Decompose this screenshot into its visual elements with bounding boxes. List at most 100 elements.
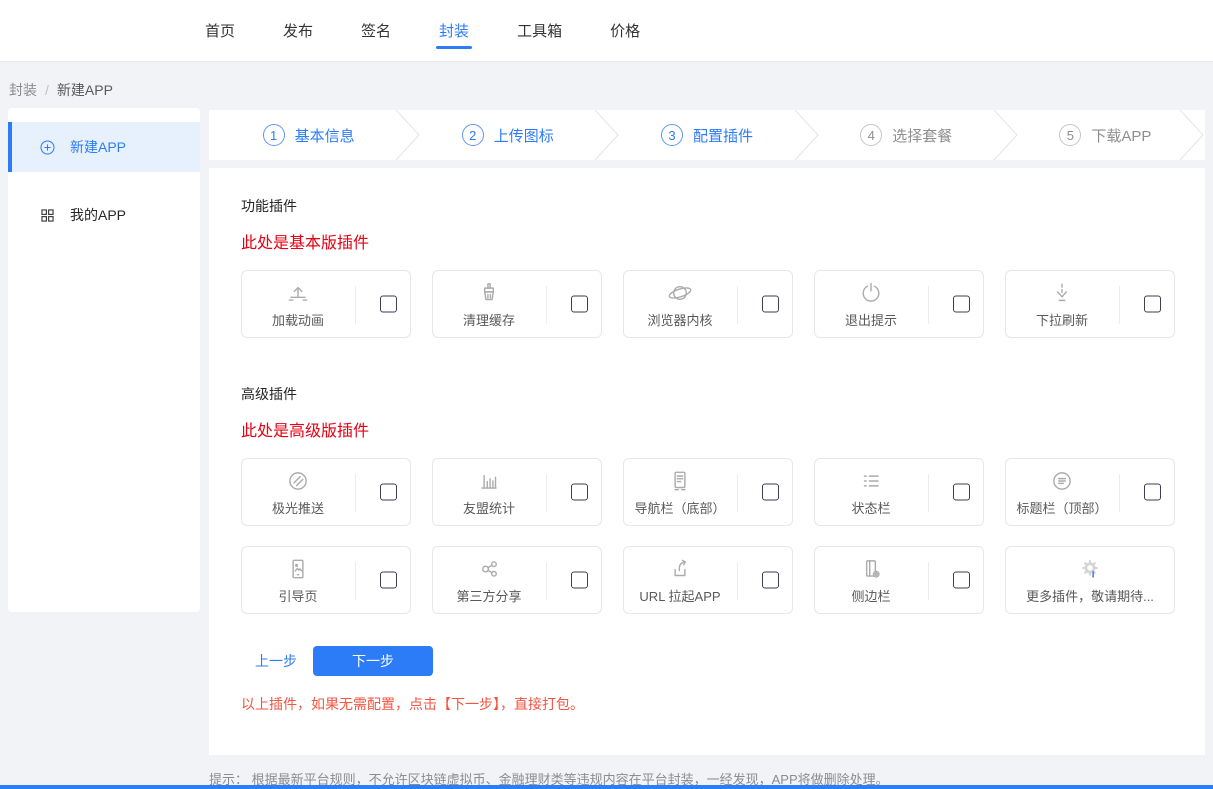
nav-item-publish[interactable]: 发布 [283, 0, 313, 62]
card-divider [737, 474, 738, 512]
plugin-checkbox[interactable] [953, 484, 970, 501]
card-divider [928, 474, 929, 512]
plugin-checkbox[interactable] [953, 572, 970, 589]
wizard-step-2[interactable]: 2 上传图标 [408, 110, 607, 160]
plugin-card-main: 状态栏 [815, 468, 927, 517]
plugin-checkbox[interactable] [953, 296, 970, 313]
statusbar-icon [858, 468, 884, 494]
plugin-checkbox[interactable] [762, 296, 779, 313]
wizard-step-3[interactable]: 3配置插件 [607, 110, 806, 160]
section-note: 此处是基本版插件 [241, 229, 1176, 253]
plugin-card-statusbar[interactable]: 状态栏 [814, 458, 984, 526]
titlebar-icon [1049, 468, 1075, 494]
nav-item-label: 封装 [439, 20, 469, 41]
jpush-icon [285, 468, 311, 494]
section-note: 此处是高级版插件 [241, 417, 1176, 441]
plugin-card-third-party-share[interactable]: 第三方分享 [432, 546, 602, 614]
plugin-card-label: URL 拉起APP [639, 586, 720, 605]
step-number: 2 [462, 124, 484, 146]
card-divider [737, 286, 738, 324]
plugin-card-bottom-navbar[interactable]: 导航栏（底部） [623, 458, 793, 526]
step-label: 上传图标 [494, 125, 554, 146]
prev-step-link[interactable]: 上一步 [255, 651, 297, 671]
plugin-section: 功能插件此处是基本版插件加载动画 清理缓存 浏览器内核 退出提示下拉刷新 [241, 196, 1176, 338]
clear-cache-icon [476, 280, 502, 306]
plugin-card-loading-animation[interactable]: 加载动画 [241, 270, 411, 338]
plugin-checkbox[interactable] [1144, 296, 1161, 313]
breadcrumb-separator: / [45, 82, 49, 98]
browser-kernel-icon [667, 280, 693, 306]
exit-prompt-icon [858, 280, 884, 306]
plugin-card-browser-kernel[interactable]: 浏览器内核 [623, 270, 793, 338]
section-title: 功能插件 [241, 196, 1176, 216]
plugin-card-main: 下拉刷新 [1006, 280, 1118, 329]
wizard-step-1[interactable]: 1基本信息 [209, 110, 408, 160]
plugin-section: 高级插件此处是高级版插件极光推送友盟统计导航栏（底部） 状态栏 标题栏（顶部） 引导页… [241, 384, 1176, 614]
plugin-card-grid: 加载动画 清理缓存 浏览器内核 退出提示下拉刷新 [241, 270, 1177, 338]
card-divider [546, 474, 547, 512]
sidebar-item-my-app[interactable]: 我的APP [8, 190, 200, 240]
plugin-checkbox[interactable] [571, 296, 588, 313]
nav-item-package[interactable]: 封装 [439, 0, 469, 62]
plugin-card-label: 浏览器内核 [647, 310, 712, 329]
grid-icon [38, 206, 57, 225]
plugin-card-url-launch-app[interactable]: URL 拉起APP [623, 546, 793, 614]
plugin-card-label: 清理缓存 [463, 310, 515, 329]
plugin-card-main: 更多插件，敬请期待... [1026, 556, 1154, 605]
umeng-stats-icon [476, 468, 502, 494]
breadcrumb-item: 新建APP [57, 82, 113, 98]
plugin-checkbox[interactable] [380, 484, 397, 501]
plugin-checkbox[interactable] [380, 572, 397, 589]
plugin-card-clear-cache[interactable]: 清理缓存 [432, 270, 602, 338]
nav-item-home[interactable]: 首页 [205, 0, 235, 62]
nav-items: 首页发布签名 封装 工具箱 价格 [205, 0, 688, 62]
nav-item-label: 工具箱 [517, 20, 562, 41]
plugin-card-label: 状态栏 [851, 498, 890, 517]
plugin-card-sidebar-plugin[interactable]: 侧边栏 [814, 546, 984, 614]
plugin-card-guide-page[interactable]: 引导页 [241, 546, 411, 614]
plugin-card-main: 加载动画 [242, 280, 354, 329]
nav-item-price[interactable]: 价格 [610, 0, 640, 62]
wizard-step-4[interactable]: 4选择套餐 [807, 110, 1006, 160]
card-divider [355, 562, 356, 600]
package-note: 以上插件，如果无需配置，点击【下一步】，直接打包。 [241, 694, 1176, 714]
plugin-checkbox[interactable] [571, 484, 588, 501]
loading-animation-icon [285, 280, 311, 306]
plugin-card-titlebar[interactable]: 标题栏（顶部） [1005, 458, 1175, 526]
breadcrumb-item[interactable]: 封装 [9, 82, 37, 98]
plugin-checkbox[interactable] [380, 296, 397, 313]
step-label: 基本信息 [295, 125, 355, 146]
nav-item-toolbox[interactable]: 工具箱 [517, 0, 562, 62]
plugin-card-main: 导航栏（底部） [624, 468, 736, 517]
main-content: 功能插件此处是基本版插件加载动画 清理缓存 浏览器内核 退出提示下拉刷新高级插件此处是… [209, 168, 1205, 755]
breadcrumb: 封装 / 新建APP [9, 80, 113, 100]
plugin-card-umeng-stats[interactable]: 友盟统计 [432, 458, 602, 526]
plugin-checkbox[interactable] [1144, 484, 1161, 501]
plugin-card-jpush[interactable]: 极光推送 [241, 458, 411, 526]
third-party-share-icon [476, 556, 502, 582]
step-number: 3 [661, 124, 683, 146]
sidebar-item-label: 新建APP [70, 137, 126, 157]
section-title: 高级插件 [241, 384, 1176, 404]
step-chevron-icon [1179, 110, 1205, 160]
card-divider [546, 286, 547, 324]
step-label: 选择套餐 [892, 125, 952, 146]
plugin-card-exit-prompt[interactable]: 退出提示 [814, 270, 984, 338]
sidebar-plugin-icon [858, 556, 884, 582]
plugin-card-label: 下拉刷新 [1036, 310, 1088, 329]
bottom-accent-bar [0, 785, 1213, 789]
plugin-card-label: 加载动画 [272, 310, 324, 329]
next-step-button[interactable]: 下一步 [313, 646, 433, 676]
plus-circle-icon [38, 138, 57, 157]
step-wizard: 1基本信息 2 上传图标 3配置插件4选择套餐5下载APP [209, 110, 1205, 160]
plugin-checkbox[interactable] [571, 572, 588, 589]
plugin-card-pull-refresh[interactable]: 下拉刷新 [1005, 270, 1175, 338]
active-nav-underline [436, 46, 472, 49]
plugin-card-more-plugins[interactable]: 更多插件，敬请期待... [1005, 546, 1175, 614]
sidebar-item-new-app[interactable]: 新建APP [8, 122, 200, 172]
plugin-checkbox[interactable] [762, 572, 779, 589]
nav-item-signature[interactable]: 签名 [361, 0, 391, 62]
wizard-step-5[interactable]: 5下载APP [1006, 110, 1205, 160]
plugin-checkbox[interactable] [762, 484, 779, 501]
url-launch-icon [667, 556, 693, 582]
